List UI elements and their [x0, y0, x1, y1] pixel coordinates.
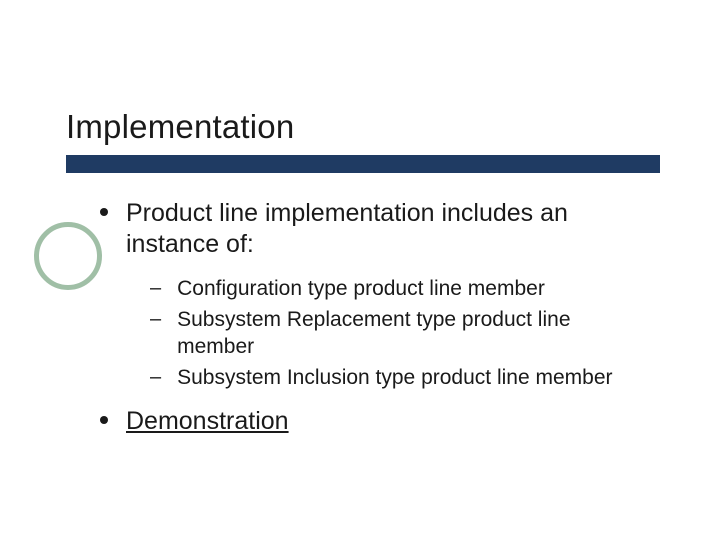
sub-bullet-text: Configuration type product line member [177, 275, 545, 302]
bullet-dot-icon [100, 416, 108, 424]
demonstration-link[interactable]: Demonstration [126, 406, 289, 437]
title-wrap: Implementation [66, 108, 294, 146]
dash-icon: – [150, 364, 161, 390]
slide-body: Product line implementation includes an … [100, 198, 660, 451]
title-underline-bar [66, 155, 660, 173]
sub-bullet-group: – Configuration type product line member… [150, 275, 660, 392]
bullet-dot-icon [100, 208, 108, 216]
bullet-level2: – Subsystem Inclusion type product line … [150, 364, 660, 391]
bullet-level1: Product line implementation includes an … [100, 198, 660, 261]
sub-bullet-text: Subsystem Inclusion type product line me… [177, 364, 612, 391]
bullet-level1: Demonstration [100, 406, 660, 437]
decorative-circle-icon [34, 222, 102, 290]
dash-icon: – [150, 306, 161, 332]
slide-title: Implementation [66, 108, 294, 146]
bullet-level2: – Subsystem Replacement type product lin… [150, 306, 660, 361]
bullet-text: Product line implementation includes an … [126, 198, 660, 261]
sub-bullet-text: Subsystem Replacement type product line … [177, 306, 647, 361]
dash-icon: – [150, 275, 161, 301]
bullet-level2: – Configuration type product line member [150, 275, 660, 302]
slide: Implementation Product line implementati… [0, 0, 720, 540]
